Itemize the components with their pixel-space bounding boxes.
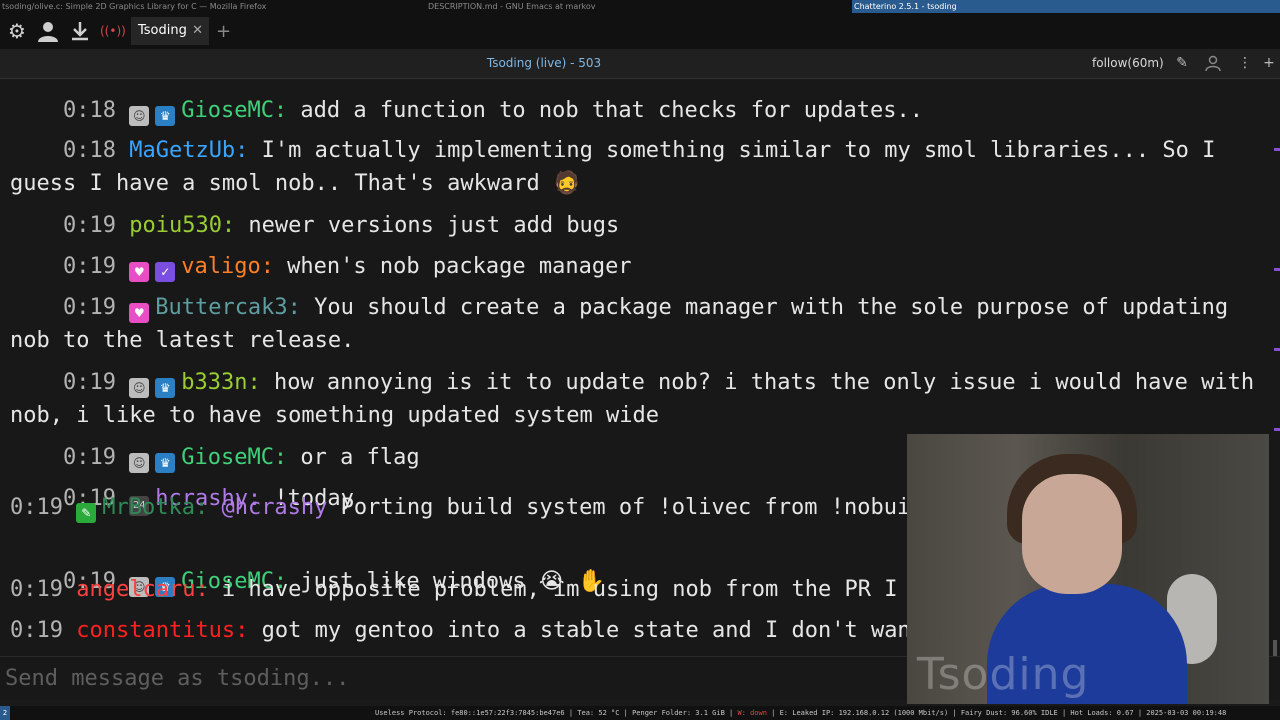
message-text: got my gentoo into a stable state and I … [261,618,907,643]
scrollbar-highlight-mark [1274,428,1280,431]
message-text: Porting build system of !olivec from !no… [340,495,907,520]
system-status-bar: 2 Useless Protocol: fe80::1e57:22f3:7845… [0,706,1280,720]
update-download-icon[interactable] [68,19,92,43]
scrollbar-highlight-mark [1274,268,1280,271]
message-timestamp: 0:19 [62,370,116,395]
message-username[interactable]: angelcaru: [76,577,208,602]
settings-gear-icon[interactable]: ⚙ [5,19,29,43]
scrollbar-highlight-mark [1274,148,1280,151]
moderation-users-icon[interactable] [1204,54,1222,72]
status-segment: Useless Protocol: fe80::1e57:22f3:7845:b… [375,709,738,717]
streamer-head-image [1022,474,1122,594]
message-timestamp: 0:18 [62,138,116,163]
channel-header: Tsoding (live) - 503 follow(60m) ✎ ⋮ + [0,49,1280,79]
message-mention[interactable]: @hcrashy [221,495,327,520]
window-title-chatterino[interactable]: Chatterino 2.5.1 - tsoding [852,0,1280,13]
user-badge-icon: ☺ [129,378,150,398]
window-title-emacs[interactable]: DESCRIPTION.md - GNU Emacs at markov [428,2,596,11]
window-manager-bar: tsoding/olive.c: Simple 2D Graphics Libr… [0,0,1280,13]
channel-watermark: Tsoding [917,649,1090,700]
message-username[interactable]: MaGetzUb: [129,138,248,163]
chat-scrollbar[interactable] [1270,80,1280,660]
user-account-icon[interactable] [36,19,60,43]
chat-message: 0:19 angelcaru: i have opposite problem,… [10,573,907,606]
chat-message: 0:19 ✎ MrBotka: @hcrashy Porting build sy… [10,491,907,524]
message-username[interactable]: MrBotka: [102,495,208,520]
message-timestamp: 0:19 [10,618,63,643]
status-text: Useless Protocol: fe80::1e57:22f3:7845:b… [375,709,1226,717]
add-tab-button[interactable]: + [216,21,231,42]
chat-message: 0:19 constantitus: got my gentoo into a … [10,614,907,647]
scrollbar-highlight-mark [1274,348,1280,351]
more-options-icon[interactable]: ⋮ [1236,54,1254,72]
workspace-indicator[interactable]: 2 [0,706,10,720]
live-streaming-icon[interactable]: ((•)) [100,19,126,43]
status-segment: | E: Leaked IP: 192.168.0.12 (1000 Mbit/… [766,709,1227,717]
chatterino-toolbar: ⚙ ((•)) Tsoding ✕ + [0,13,1280,49]
message-username[interactable]: Buttercak3: [155,295,301,320]
message-text: i have opposite problem, im using nob fr… [208,577,907,602]
status-warning: W: down [737,709,767,717]
message-input[interactable]: Send message as tsoding... [5,666,349,691]
moderator-crown-icon: ♛ [155,378,176,398]
tab-label: Tsoding [138,23,187,38]
split-add-icon[interactable]: + [1260,54,1278,72]
message-timestamp: 0:19 [10,495,63,520]
subscriber-heart-icon: ♥ [129,303,150,323]
message-username[interactable]: constantitus: [76,618,248,643]
message-timestamp: 0:19 [62,295,116,320]
edit-pencil-badge-icon: ✎ [76,503,97,523]
pencil-edit-icon[interactable]: ✎ [1173,54,1191,72]
message-username[interactable]: b333n: [181,370,260,395]
tab-close-icon[interactable]: ✕ [192,17,203,45]
follow-mode-indicator[interactable]: follow(60m) [1092,56,1164,70]
window-title-firefox[interactable]: tsoding/olive.c: Simple 2D Graphics Libr… [2,2,266,11]
channel-title[interactable]: Tsoding (live) - 503 [0,56,1088,70]
message-timestamp: 0:19 [10,577,63,602]
tab-tsoding[interactable]: Tsoding ✕ [131,17,209,45]
webcam-overlay: Tsoding [907,434,1269,704]
